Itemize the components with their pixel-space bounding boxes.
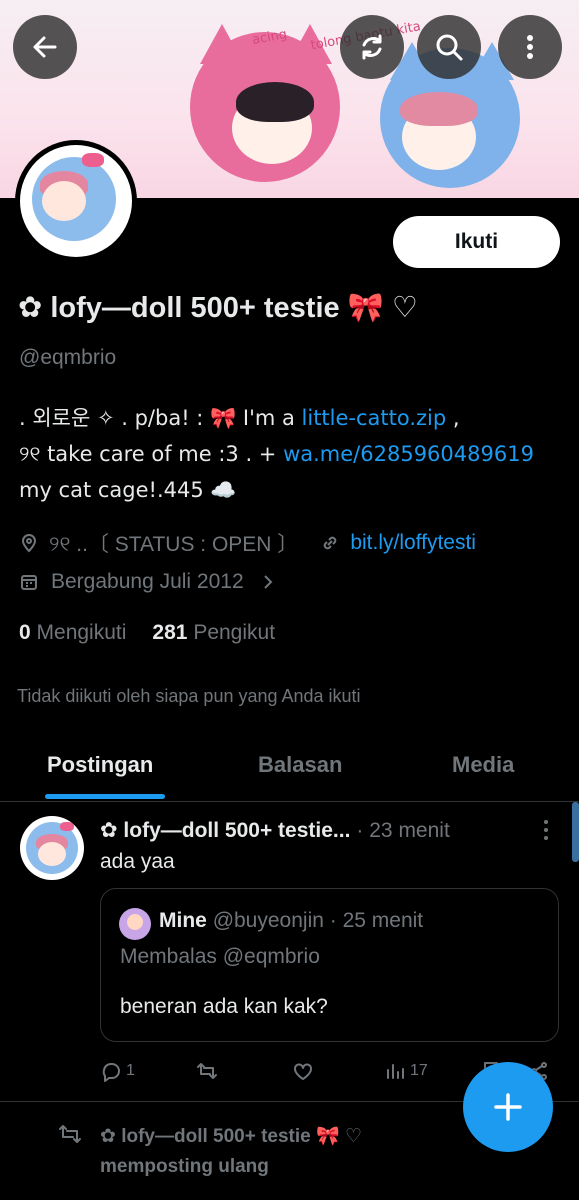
- bio-link[interactable]: wa.me/6285960489619: [283, 442, 534, 466]
- following-label: Mengikuti: [36, 621, 127, 644]
- more-vertical-icon: [527, 35, 533, 59]
- profile-location: ୨୧ ..〔 STATUS : OPEN 〕: [49, 533, 299, 556]
- like-button[interactable]: [292, 1060, 314, 1082]
- back-button[interactable]: [13, 15, 77, 79]
- views-button[interactable]: 17: [384, 1060, 428, 1082]
- profile-joined-row[interactable]: Bergabung Juli 2012: [19, 570, 278, 594]
- post-text: ada yaa: [100, 850, 175, 873]
- repost-button[interactable]: [196, 1060, 218, 1082]
- quote-author: Mine: [159, 909, 207, 932]
- arrow-left-icon: [33, 36, 57, 58]
- reply-icon: [102, 1062, 120, 1082]
- quote-handle: @buyeonjin: [212, 909, 324, 932]
- profile-joined-date: Bergabung Juli 2012: [51, 570, 244, 593]
- active-tab-indicator: [45, 794, 165, 799]
- post-header: ✿ lofy—doll 500+ testie... · 23 menit: [100, 818, 450, 843]
- post-time: · 23 menit: [356, 818, 450, 842]
- profile-bio: . 외로운 ✧ . p/ba! : 🎀 I'm a little-catto.z…: [19, 400, 564, 508]
- not-followed-notice: Tidak diikuti oleh siapa pun yang Anda i…: [17, 686, 361, 706]
- avatar-bow: [82, 153, 104, 167]
- avatar-face: [42, 181, 86, 221]
- post-item[interactable]: ✿ lofy—doll 500+ testie... · 23 menit ad…: [0, 802, 579, 1102]
- search-icon: [436, 34, 463, 61]
- followers-stat[interactable]: 281 Pengikut: [152, 621, 275, 645]
- profile-tabs: Postingan Balasan Media: [0, 740, 579, 802]
- tab-media[interactable]: Media: [452, 752, 514, 778]
- search-button[interactable]: [417, 15, 481, 79]
- bio-text: ୨୧ take care of me :3 . +: [19, 442, 284, 466]
- profile-handle: @eqmbrio: [19, 346, 117, 369]
- quote-header: Mine @buyeonjin · 25 menit: [159, 909, 423, 933]
- reply-count: 1: [126, 1062, 135, 1079]
- profile-website[interactable]: bit.ly/loffytesti: [350, 531, 476, 555]
- heart-icon: [294, 1063, 312, 1080]
- post-avatar[interactable]: [20, 816, 84, 880]
- profile-avatar[interactable]: [15, 140, 137, 262]
- calendar-icon: [21, 575, 37, 590]
- tab-replies[interactable]: Balasan: [258, 752, 342, 778]
- views-chart-icon: [387, 1064, 404, 1079]
- link-icon: [324, 536, 337, 550]
- location-pin-icon: [21, 534, 37, 553]
- banner-hair-left: [236, 82, 314, 122]
- repost-notice-text[interactable]: ✿ lofy—doll 500+ testie 🎀 ♡ memposting u…: [100, 1122, 460, 1182]
- post-more-icon[interactable]: [540, 820, 552, 844]
- repost-icon: [197, 1063, 217, 1079]
- avatar-bow: [60, 822, 74, 831]
- followers-count: 281: [152, 621, 188, 644]
- quote-reply-to: Membalas @eqmbrio: [120, 945, 320, 968]
- scrollbar-thumb[interactable]: [572, 802, 579, 862]
- refresh-button[interactable]: [340, 15, 404, 79]
- following-count: 0: [19, 621, 31, 644]
- refresh-icon: [362, 34, 382, 60]
- reply-button[interactable]: 1: [100, 1060, 135, 1082]
- quote-time: · 25 menit: [329, 909, 424, 932]
- compose-post-button[interactable]: [463, 1062, 553, 1152]
- bio-link[interactable]: little-catto.zip: [302, 406, 447, 430]
- bio-text: ,: [446, 406, 460, 430]
- following-stat[interactable]: 0 Mengikuti: [19, 621, 126, 645]
- tab-posts[interactable]: Postingan: [47, 752, 153, 778]
- avatar-face: [38, 842, 66, 866]
- bio-text: my cat cage!.445 ☁️: [19, 478, 237, 502]
- quote-text: beneran ada kan kak?: [120, 995, 328, 1018]
- profile-meta-row: ୨୧ ..〔 STATUS : OPEN 〕 bit.ly/loffytesti: [19, 528, 476, 558]
- bio-text: . 외로운 ✧ . p/ba! : 🎀 I'm a: [19, 406, 302, 430]
- followers-label: Pengikut: [193, 621, 276, 644]
- profile-display-name: ✿ lofy—doll 500+ testie 🎀 ♡: [18, 292, 418, 324]
- profile-stats: 0 Mengikuti 281 Pengikut: [19, 621, 275, 645]
- more-options-button[interactable]: [498, 15, 562, 79]
- views-count: 17: [410, 1062, 428, 1079]
- post-author[interactable]: ✿ lofy—doll 500+ testie...: [100, 818, 350, 843]
- repost-icon: [59, 1125, 81, 1143]
- banner-hair-right: [400, 92, 478, 126]
- plus-icon: [494, 1093, 522, 1121]
- chevron-right-icon: [263, 575, 273, 589]
- quoted-post[interactable]: Mine @buyeonjin · 25 menit Membalas @eqm…: [100, 888, 559, 1042]
- quote-avatar: [119, 908, 151, 940]
- follow-button[interactable]: Ikuti: [393, 216, 560, 268]
- banner-pink-cat-ear: [200, 24, 244, 64]
